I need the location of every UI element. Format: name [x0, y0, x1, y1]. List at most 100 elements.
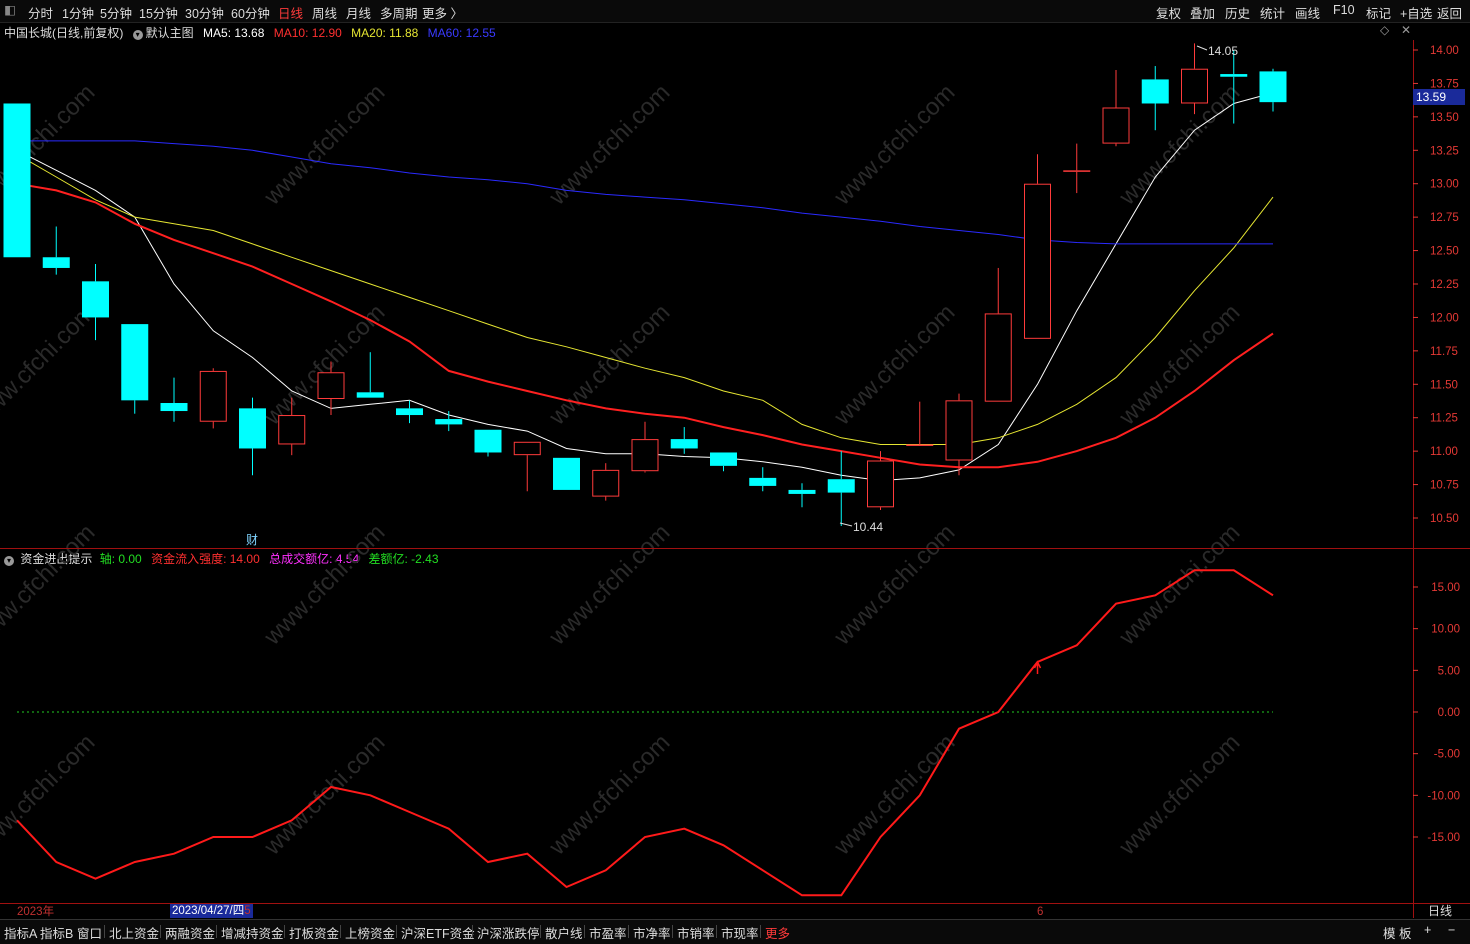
candle[interactable]: [3, 103, 31, 258]
candle-body-down: [788, 489, 816, 494]
candle-body-up: [278, 415, 306, 445]
kline-chart[interactable]: www.cfchi.com www.cfchi.com www.cfchi.com w…: [0, 0, 1470, 943]
watermark-text: www.cfchi.com: [543, 299, 675, 431]
candle[interactable]: [160, 377, 188, 422]
candle[interactable]: [788, 483, 816, 508]
candle-body-down: [3, 103, 31, 258]
candle-body-down: [121, 324, 149, 401]
sub-y-tick-label: 15.00: [1431, 582, 1460, 594]
candle-body-down: [553, 457, 580, 490]
y-tick-label: 12.25: [1430, 279, 1459, 291]
candle[interactable]: [1259, 68, 1287, 112]
candle[interactable]: [631, 421, 659, 473]
candle-body-up: [945, 400, 973, 461]
candle-body-up: [1102, 107, 1130, 144]
template-button[interactable]: 模 板: [1383, 923, 1411, 942]
current-price-tag: 13.59: [1413, 89, 1465, 105]
watermark-text: www.cfchi.com: [543, 79, 675, 211]
candle[interactable]: [749, 467, 777, 492]
candle[interactable]: [827, 451, 855, 527]
candle-body-up: [513, 441, 541, 456]
watermark-text: www.cfchi.com: [258, 519, 390, 651]
tab-pe[interactable]: 市盈率: [589, 923, 627, 942]
tab-billboard[interactable]: 上榜资金: [345, 923, 395, 942]
tab-northbound[interactable]: 北上资金: [109, 923, 159, 942]
y-tick-label: 13.25: [1430, 145, 1459, 157]
watermark-text: www.cfchi.com: [828, 519, 960, 651]
watermark-text: www.cfchi.com: [0, 519, 100, 651]
candle-body-down: [710, 452, 737, 466]
candle[interactable]: [42, 226, 70, 275]
watermark-text: www.cfchi.com: [258, 79, 390, 211]
candle[interactable]: [199, 368, 227, 429]
candle[interactable]: [513, 441, 541, 492]
sub-y-tick-label: -10.00: [1427, 790, 1460, 802]
tab-indicator-a[interactable]: 指标A: [4, 923, 37, 942]
tab-margin[interactable]: 两融资金: [165, 923, 215, 942]
candle-body-down: [670, 439, 698, 449]
sub-y-tick-label: -15.00: [1427, 832, 1460, 844]
y-tick-label: 10.75: [1430, 480, 1459, 492]
zoom-out-button[interactable]: −: [1448, 923, 1455, 937]
watermark-text: www.cfchi.com: [1113, 519, 1245, 651]
y-tick-label: 12.00: [1430, 312, 1459, 324]
candle-body-down: [1220, 74, 1248, 77]
tab-indicator-b[interactable]: 指标B: [40, 923, 73, 942]
tab-pcf[interactable]: 市现率: [721, 923, 759, 942]
tab-more-indicators[interactable]: 更多: [765, 923, 790, 942]
x-axis-year-label: 2023年: [17, 904, 54, 918]
candle[interactable]: [945, 393, 973, 476]
tab-pb[interactable]: 市净率: [633, 923, 671, 942]
candle[interactable]: [710, 452, 737, 472]
candle-body-down: [435, 419, 463, 425]
candle-body-up: [1063, 170, 1091, 172]
candle[interactable]: [435, 411, 463, 432]
y-tick-label: 10.50: [1430, 513, 1459, 525]
candle[interactable]: [239, 397, 266, 476]
candle[interactable]: [906, 401, 934, 446]
y-tick-label: 11.75: [1430, 346, 1458, 358]
candle[interactable]: [474, 429, 502, 457]
tab-ps[interactable]: 市销率: [677, 923, 715, 942]
candle[interactable]: [984, 267, 1012, 402]
candle-body-down: [356, 392, 384, 398]
zoom-in-button[interactable]: +: [1424, 923, 1431, 937]
tab-holding-change[interactable]: 增减持资金: [221, 923, 284, 942]
y-tick-label: 12.75: [1430, 212, 1459, 224]
y-tick-label: 13.00: [1430, 179, 1459, 191]
tab-retail-line[interactable]: 散户线: [545, 923, 583, 942]
candle[interactable]: [1141, 66, 1169, 131]
y-tick-label: 14.00: [1430, 45, 1459, 57]
candle[interactable]: [1024, 154, 1051, 339]
tab-limit-up-down[interactable]: 沪深涨跌停: [477, 923, 540, 942]
y-tick-label: 11.25: [1430, 413, 1458, 425]
financial-report-marker[interactable]: 财: [246, 533, 258, 547]
candle-body-up: [317, 372, 345, 399]
cursor-date-box: 2023/04/27/四5: [170, 904, 253, 918]
sub-y-tick-label: 5.00: [1438, 665, 1460, 677]
cursor-date-label: 2023/04/27/四: [172, 905, 245, 917]
watermark-text: www.cfchi.com: [828, 299, 960, 431]
candle[interactable]: [1063, 143, 1091, 194]
candle-body-up: [867, 460, 894, 508]
watermark-text: www.cfchi.com: [1113, 729, 1245, 861]
min-price-marker: 10.44: [839, 520, 883, 534]
candle[interactable]: [592, 463, 620, 501]
candle-body-up: [984, 313, 1012, 402]
tab-limit-board[interactable]: 打板资金: [289, 923, 339, 942]
y-tick-label: 11.50: [1430, 379, 1458, 391]
candle[interactable]: [670, 427, 698, 454]
max-price-label: 14.05: [1208, 44, 1238, 58]
candle[interactable]: [553, 457, 580, 490]
candle[interactable]: [121, 324, 149, 414]
fund-strength-line: [16, 569, 1274, 897]
watermark-text: www.cfchi.com: [1113, 299, 1245, 431]
candle[interactable]: [1102, 70, 1130, 147]
sub-y-tick-label: 10.00: [1431, 624, 1460, 636]
candle-body-down: [82, 281, 109, 318]
watermark-text: www.cfchi.com: [543, 519, 675, 651]
candle[interactable]: [356, 352, 384, 398]
tab-window[interactable]: 窗口: [77, 923, 102, 942]
tab-etf-fund[interactable]: 沪深ETF资金: [401, 923, 475, 942]
ma60-line: [17, 140, 1273, 245]
